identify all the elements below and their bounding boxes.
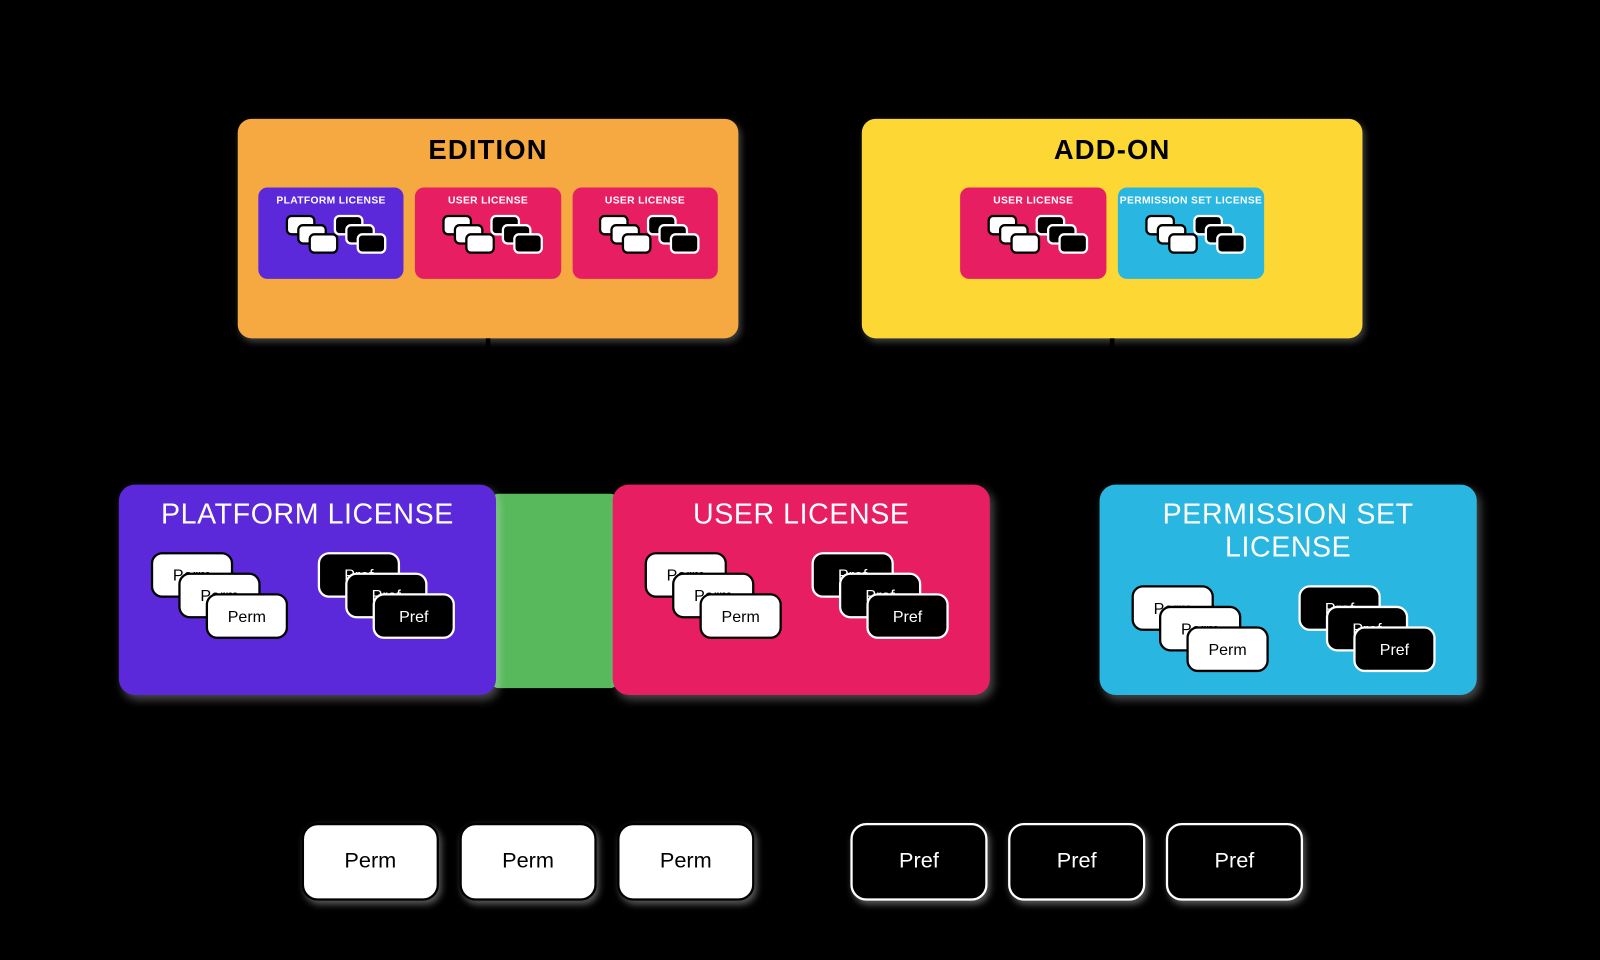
connector-stub [1110, 338, 1115, 354]
mini-user-label: USER LICENSE [960, 194, 1106, 205]
cards-icon [442, 215, 533, 261]
connector-stub [486, 338, 491, 354]
mini-platform-label: PLATFORM LICENSE [258, 194, 404, 205]
mini-user-label: USER LICENSE [415, 194, 561, 205]
edition-title: EDITION [238, 135, 739, 167]
mini-psl-license: PERMISSION SET LICENSE [1118, 187, 1264, 278]
psl-license-card: PERMISSION SET LICENSE Perm Perm Perm Pr… [1100, 485, 1477, 695]
user-license-title: USER LICENSE [613, 485, 990, 532]
platform-user-bridge [491, 494, 617, 688]
cards-icon [988, 215, 1079, 261]
edition-package: EDITION PLATFORM LICENSE USER LICENSE [238, 119, 739, 338]
cards-icon [599, 215, 690, 261]
psl-stack: Perm Perm Perm Pref Pref Pref [1100, 585, 1477, 699]
perm-atom: Perm [302, 823, 439, 901]
psl-license-title: PERMISSION SET LICENSE [1100, 485, 1477, 565]
pref-card: Pref [373, 593, 455, 639]
perm-atom: Perm [617, 823, 754, 901]
pref-card: Pref [866, 593, 948, 639]
user-license-card: USER LICENSE Perm Perm Perm Pref Pref Pr… [613, 485, 990, 695]
mini-user-license: USER LICENSE [960, 187, 1106, 278]
addon-contents: USER LICENSE PERMISSION SET LICENSE [862, 167, 1363, 304]
perm-atoms-row: Perm Perm Perm [302, 823, 755, 901]
perm-card: Perm [700, 593, 782, 639]
platform-stack: Perm Perm Perm Pref Pref Pref [119, 552, 496, 666]
platform-license-card: PLATFORM LICENSE Perm Perm Perm Pref Pre… [119, 485, 496, 695]
mini-user-license: USER LICENSE [572, 187, 718, 278]
mini-user-license: USER LICENSE [415, 187, 561, 278]
cards-icon [285, 215, 376, 261]
perm-card: Perm [1186, 626, 1268, 672]
edition-contents: PLATFORM LICENSE USER LICENSE [238, 167, 739, 304]
pref-atom: Pref [850, 823, 987, 901]
pref-atoms-row: Pref Pref Pref [850, 823, 1303, 901]
platform-license-title: PLATFORM LICENSE [119, 485, 496, 532]
pref-card: Pref [1353, 626, 1435, 672]
mini-psl-label: PERMISSION SET LICENSE [1118, 194, 1264, 205]
pref-atom: Pref [1166, 823, 1303, 901]
user-stack: Perm Perm Perm Pref Pref Pref [613, 552, 990, 666]
addon-title: ADD-ON [862, 135, 1363, 167]
pref-atom: Pref [1008, 823, 1145, 901]
perm-card: Perm [206, 593, 288, 639]
perm-atom: Perm [459, 823, 596, 901]
cards-icon [1145, 215, 1236, 261]
addon-package: ADD-ON USER LICENSE PERMISSION SET LICEN… [862, 119, 1363, 338]
mini-platform-license: PLATFORM LICENSE [258, 187, 404, 278]
mini-user-label: USER LICENSE [572, 194, 718, 205]
